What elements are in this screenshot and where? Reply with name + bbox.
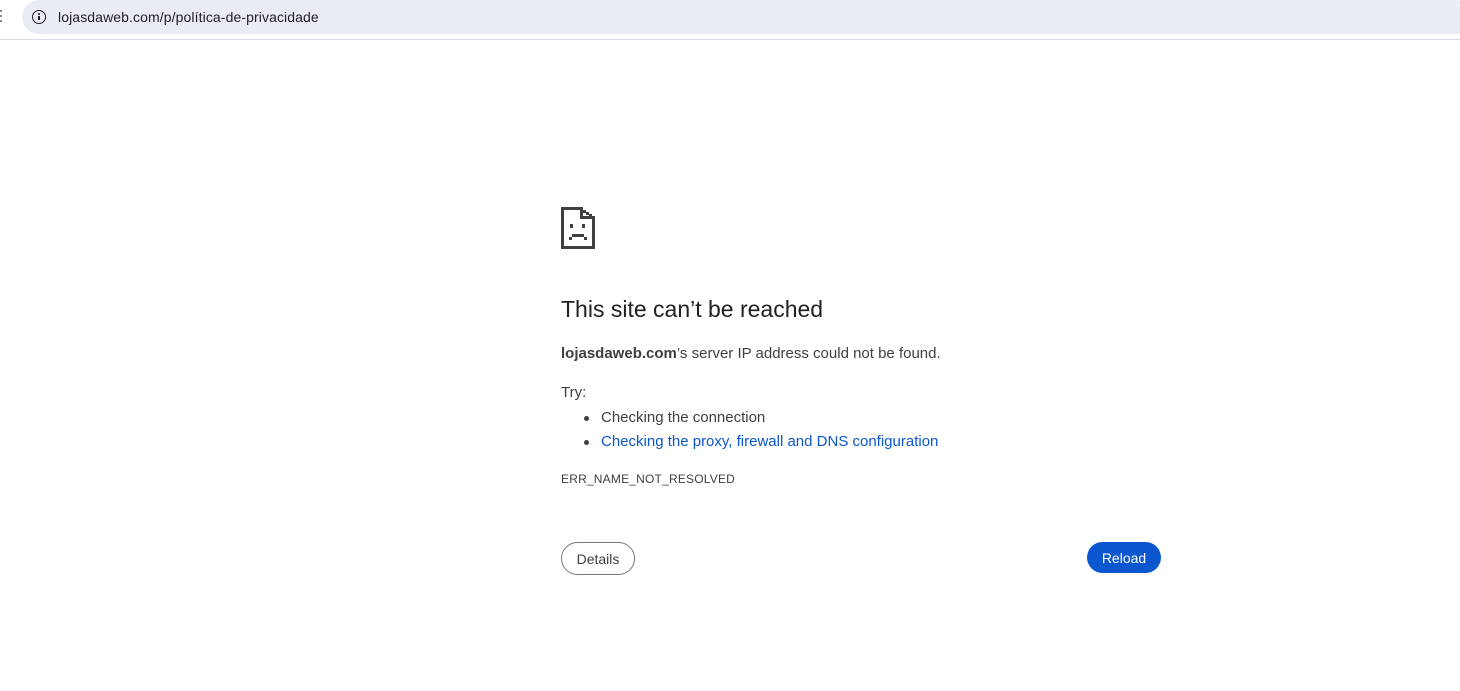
sad-page-icon: [561, 207, 595, 249]
browser-toolbar: lojasdaweb.com/p/política-de-privacidade: [0, 0, 1460, 40]
reload-button[interactable]: Reload: [1087, 542, 1161, 573]
suggestion-check-connection: Checking the connection: [601, 409, 766, 426]
address-bar[interactable]: lojasdaweb.com/p/política-de-privacidade: [22, 0, 1460, 34]
error-message: lojasdaweb.com’s server IP address could…: [561, 345, 941, 362]
error-host: lojasdaweb.com: [561, 345, 677, 362]
details-button[interactable]: Details: [561, 542, 635, 575]
suggestion-item: Checking the proxy, firewall and DNS con…: [583, 430, 938, 454]
error-code: ERR_NAME_NOT_RESOLVED: [561, 472, 736, 486]
suggestion-item: Checking the connection: [583, 406, 938, 430]
menu-dots-icon[interactable]: [0, 10, 3, 22]
try-label: Try:: [561, 384, 587, 401]
error-title: This site can’t be reached: [561, 296, 824, 322]
suggestions-list: Checking the connection Checking the pro…: [561, 406, 938, 454]
error-message-text: ’s server IP address could not be found.: [676, 345, 941, 362]
info-circle-icon[interactable]: [32, 10, 46, 24]
url-text[interactable]: lojasdaweb.com/p/política-de-privacidade: [58, 9, 319, 25]
suggestion-proxy-firewall-dns-link[interactable]: Checking the proxy, firewall and DNS con…: [601, 433, 938, 450]
